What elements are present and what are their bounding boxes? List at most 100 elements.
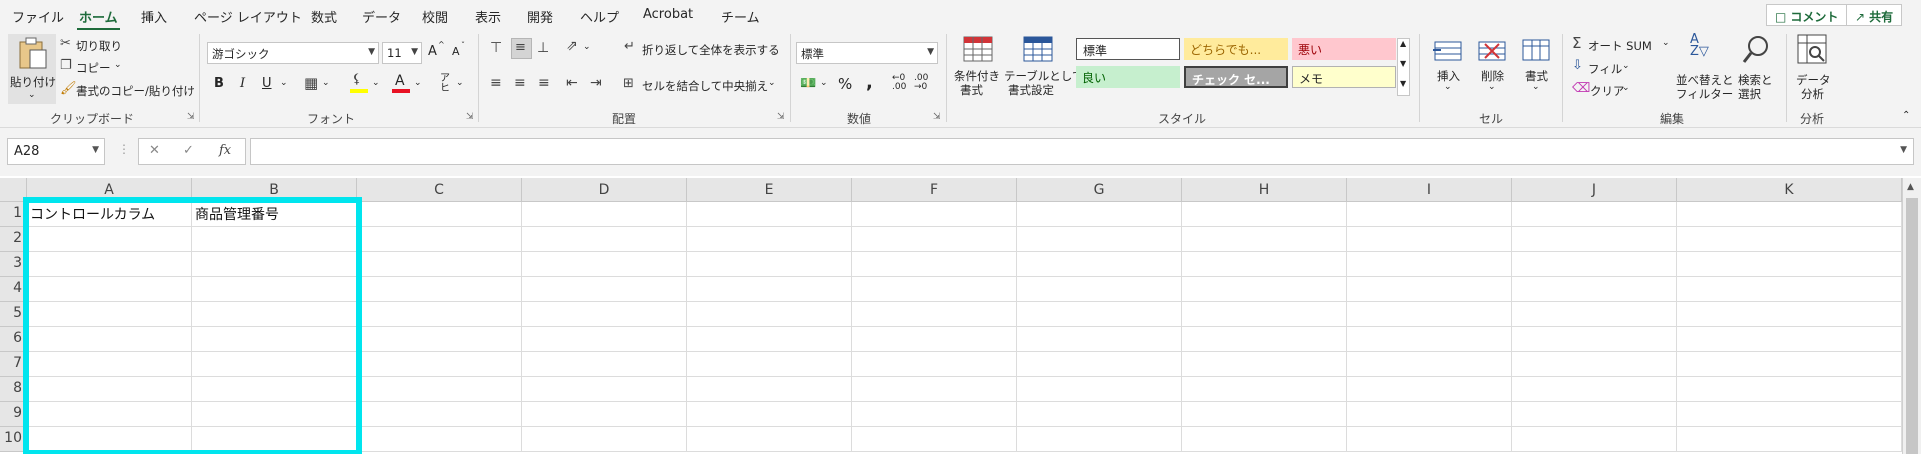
cell-j4[interactable] [1512, 277, 1677, 302]
cell-f3[interactable] [852, 252, 1017, 277]
cell-k3[interactable] [1677, 252, 1902, 277]
name-box[interactable]: A28 ▼ [7, 138, 105, 165]
column-header-i[interactable]: I [1347, 178, 1512, 202]
cell-i10[interactable] [1347, 427, 1512, 452]
cell-g4[interactable] [1017, 277, 1182, 302]
cell-f6[interactable] [852, 327, 1017, 352]
copy-button[interactable]: コピー [76, 60, 111, 76]
style-good[interactable]: 良い [1076, 66, 1180, 88]
cell-b4[interactable] [192, 277, 357, 302]
increase-indent-icon[interactable]: ⇥ [590, 75, 602, 91]
clipboard-launcher-icon[interactable]: ⇲ [187, 112, 195, 122]
tab-insert[interactable]: 挿入 [141, 7, 167, 26]
cell-d6[interactable] [522, 327, 687, 352]
cell-g9[interactable] [1017, 402, 1182, 427]
phonetic-icon[interactable]: アヒ [440, 74, 450, 94]
cell-e5[interactable] [687, 302, 852, 327]
cell-c3[interactable] [357, 252, 522, 277]
cell-e7[interactable] [687, 352, 852, 377]
cell-b2[interactable] [192, 227, 357, 252]
merge-dropdown-icon[interactable]: ⌄ [768, 78, 776, 88]
orientation-dropdown-icon[interactable]: ⌄ [583, 42, 591, 52]
tab-view[interactable]: 表示 [475, 7, 501, 26]
tab-developer[interactable]: 開発 [527, 7, 553, 26]
cell-c5[interactable] [357, 302, 522, 327]
bold-button[interactable]: B [214, 76, 224, 91]
clear-dropdown-icon[interactable]: ⌄ [1622, 83, 1630, 93]
wrap-text-button[interactable]: 折り返して全体を表示する [642, 42, 780, 58]
font-size-select[interactable]: 11 ▼ [382, 42, 422, 64]
cell-b9[interactable] [192, 402, 357, 427]
tab-file[interactable]: ファイル [12, 7, 64, 26]
style-note[interactable]: メモ [1292, 66, 1396, 88]
style-bad[interactable]: 悪い [1292, 38, 1396, 60]
cell-e8[interactable] [687, 377, 852, 402]
insert-function-button[interactable]: fx [219, 143, 231, 158]
tab-data[interactable]: データ [362, 7, 401, 26]
cell-f5[interactable] [852, 302, 1017, 327]
underline-dropdown-icon[interactable]: ⌄ [280, 78, 288, 88]
underline-button[interactable]: U [262, 76, 272, 91]
scroll-thumb[interactable] [1906, 198, 1918, 454]
italic-button[interactable]: I [240, 76, 245, 91]
tab-formulas[interactable]: 数式 [311, 7, 337, 26]
cell-e3[interactable] [687, 252, 852, 277]
enter-icon[interactable]: ✓ [183, 143, 194, 158]
formula-input[interactable]: ▼ [250, 138, 1914, 165]
format-cells-button[interactable]: 書式 ⌄ [1516, 36, 1556, 108]
cell-a2[interactable] [27, 227, 192, 252]
borders-dropdown-icon[interactable]: ⌄ [322, 78, 330, 88]
row-header-6[interactable]: 6 [0, 327, 27, 352]
conditional-format-button[interactable]: 条件付き 書式 [952, 36, 1004, 106]
cell-d4[interactable] [522, 277, 687, 302]
cell-g1[interactable] [1017, 202, 1182, 227]
cell-j8[interactable] [1512, 377, 1677, 402]
column-header-g[interactable]: G [1017, 178, 1182, 202]
fill-dropdown-icon[interactable]: ⌄ [1622, 61, 1630, 71]
cell-d7[interactable] [522, 352, 687, 377]
cell-h9[interactable] [1182, 402, 1347, 427]
row-header-2[interactable]: 2 [0, 227, 27, 252]
cell-c10[interactable] [357, 427, 522, 452]
tab-acrobat[interactable]: Acrobat [643, 7, 693, 22]
cell-f9[interactable] [852, 402, 1017, 427]
cell-g2[interactable] [1017, 227, 1182, 252]
cell-e6[interactable] [687, 327, 852, 352]
fill-button[interactable]: フィル [1588, 61, 1622, 77]
decrease-indent-icon[interactable]: ⇤ [566, 75, 578, 91]
cell-a1[interactable]: コントロールカラム [27, 202, 192, 227]
column-header-h[interactable]: H [1182, 178, 1347, 202]
cell-c8[interactable] [357, 377, 522, 402]
cell-j2[interactable] [1512, 227, 1677, 252]
row-header-8[interactable]: 8 [0, 377, 27, 402]
cell-g3[interactable] [1017, 252, 1182, 277]
cell-j3[interactable] [1512, 252, 1677, 277]
cell-b10[interactable] [192, 427, 357, 452]
currency-icon[interactable]: 💵 [800, 76, 816, 91]
cell-d9[interactable] [522, 402, 687, 427]
font-name-select[interactable]: 游ゴシック ▼ [207, 42, 379, 64]
percent-button[interactable]: % [838, 75, 852, 93]
align-bottom-icon[interactable]: ⊥ [537, 40, 549, 56]
fill-color-dropdown-icon[interactable]: ⌄ [372, 78, 380, 88]
cell-d10[interactable] [522, 427, 687, 452]
cell-j6[interactable] [1512, 327, 1677, 352]
align-top-icon[interactable]: ⊤ [490, 40, 502, 56]
cell-i2[interactable] [1347, 227, 1512, 252]
cell-f8[interactable] [852, 377, 1017, 402]
sort-filter-button[interactable]: A Z▽ 並べ替えと フィルター [1676, 33, 1734, 108]
cut-button[interactable]: 切り取り [76, 38, 122, 54]
row-header-7[interactable]: 7 [0, 352, 27, 377]
cell-e10[interactable] [687, 427, 852, 452]
cell-h10[interactable] [1182, 427, 1347, 452]
cell-b6[interactable] [192, 327, 357, 352]
cell-b8[interactable] [192, 377, 357, 402]
row-header-5[interactable]: 5 [0, 302, 27, 327]
cell-f7[interactable] [852, 352, 1017, 377]
find-select-button[interactable]: 検索と 選択 [1736, 34, 1776, 108]
cell-i7[interactable] [1347, 352, 1512, 377]
comment-button[interactable]: □ コメント [1766, 4, 1848, 26]
cell-e1[interactable] [687, 202, 852, 227]
cell-g8[interactable] [1017, 377, 1182, 402]
font-color-dropdown-icon[interactable]: ⌄ [414, 78, 422, 88]
